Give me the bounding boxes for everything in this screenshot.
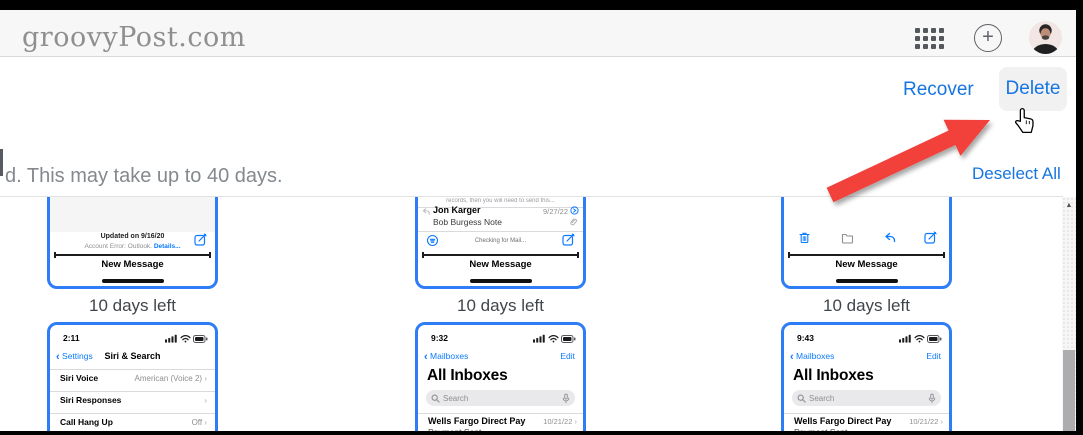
back-button-mailboxes: ‹ Mailboxes xyxy=(790,351,834,363)
delete-button-label: Delete xyxy=(1006,78,1061,100)
home-indicator xyxy=(102,279,164,283)
signal-icon xyxy=(165,334,177,343)
signal-icon xyxy=(899,334,911,343)
scrollbar-thumb[interactable] xyxy=(1063,350,1075,431)
scrollbar[interactable]: ▲ xyxy=(1062,197,1076,431)
wifi-icon xyxy=(914,334,925,343)
new-message-label: New Message xyxy=(418,259,583,270)
add-button[interactable]: + xyxy=(974,24,1002,52)
mail-row-date: 10/21/22 › xyxy=(543,417,577,426)
watermark: groovyPost.com xyxy=(22,22,246,53)
days-left-label: 10 days left xyxy=(781,296,952,316)
recover-button[interactable]: Recover xyxy=(903,79,974,101)
status-icons xyxy=(899,334,942,343)
all-inboxes-title: All Inboxes xyxy=(793,367,873,385)
deselect-all-link[interactable]: Deselect All xyxy=(972,164,1061,184)
app-grid-icon[interactable] xyxy=(915,28,944,49)
new-message-label: New Message xyxy=(784,259,949,270)
mail-row-sender: Wells Fargo Direct Pay xyxy=(794,416,891,426)
clipped-letter-fragment xyxy=(0,149,3,176)
reply-icon xyxy=(884,231,897,244)
new-message-label: New Message xyxy=(50,259,215,270)
status-icons xyxy=(165,334,208,343)
paperclip-icon xyxy=(567,215,580,228)
status-time: 9:32 xyxy=(431,333,448,343)
back-button-mailboxes: ‹ Mailboxes xyxy=(424,351,468,363)
mail-row-date: 10/21/22 › xyxy=(909,417,943,426)
details-link-text: Details... xyxy=(154,243,181,250)
search-placeholder: Search xyxy=(809,394,925,403)
thumb1-account-error: Account Error: Outlook. Details... xyxy=(50,243,215,250)
home-indicator xyxy=(836,279,898,283)
photo-grid-viewport: Updated on 9/16/20 Account Error: Outloo… xyxy=(0,197,1063,431)
thumb2-truncated-text: records, then you will need to send this… xyxy=(418,198,583,204)
photo-thumbnail-1[interactable]: Updated on 9/16/20 Account Error: Outloo… xyxy=(47,197,218,289)
capture-border-top xyxy=(0,0,1083,10)
header: groovyPost.com + xyxy=(0,10,1076,57)
thumb2-date: 9/27/22 xyxy=(543,207,568,216)
compose-icon xyxy=(924,231,937,244)
icloud-recently-deleted-screen: groovyPost.com + Recover Delete d. This … xyxy=(0,0,1083,435)
wifi-icon xyxy=(548,334,559,343)
days-left-label: 10 days left xyxy=(47,296,218,316)
photo-thumbnail-3[interactable]: New Message xyxy=(781,197,952,289)
mail-row-sender: Wells Fargo Direct Pay xyxy=(428,416,525,426)
photo-thumbnail-2[interactable]: records, then you will need to send this… xyxy=(415,197,586,289)
delete-button[interactable]: Delete xyxy=(999,67,1067,111)
settings-row-label: Siri Responses xyxy=(60,395,121,405)
search-placeholder: Search xyxy=(443,394,559,403)
thumb2-checking-status: Checking for Mail... xyxy=(418,238,583,244)
search-icon xyxy=(431,394,440,403)
scrollbar-up-arrow[interactable]: ▲ xyxy=(1062,202,1076,209)
search-icon xyxy=(797,394,806,403)
status-time: 9:43 xyxy=(797,333,814,343)
wifi-icon xyxy=(180,334,191,343)
battery-icon xyxy=(561,335,576,343)
thumb1-gray-area xyxy=(50,197,215,232)
capture-border-right xyxy=(1076,0,1083,435)
photo-thumbnail-6[interactable]: 9:43 ‹ Mailboxes Edit All Inboxes Search… xyxy=(781,322,952,431)
edit-button: Edit xyxy=(560,351,575,361)
settings-row-value: American (Voice 2) › xyxy=(135,374,208,383)
battery-icon xyxy=(927,335,942,343)
search-bar: Search xyxy=(426,390,575,406)
edit-button: Edit xyxy=(926,351,941,361)
settings-row-label: Siri Voice xyxy=(60,373,98,383)
photo-thumbnail-4[interactable]: 2:11 ‹ Settings Siri & Search Siri Voice… xyxy=(47,322,218,431)
settings-row-label: Call Hang Up xyxy=(60,417,113,427)
search-bar: Search xyxy=(792,390,941,406)
home-indicator xyxy=(470,279,532,283)
battery-icon xyxy=(193,335,208,343)
folder-icon xyxy=(841,232,854,244)
settings-row-value: Off › xyxy=(192,418,207,427)
toolbar-rule xyxy=(54,252,211,258)
circle-arrow-icon xyxy=(570,206,579,215)
compose-icon xyxy=(562,233,575,246)
avatar-photo xyxy=(1029,21,1062,54)
settings-title: Siri & Search xyxy=(50,351,215,361)
settings-row-value: › xyxy=(204,396,207,405)
thumb2-sender: Jon Karger xyxy=(433,205,481,215)
compose-icon xyxy=(194,233,207,246)
toolbar-rule xyxy=(788,252,945,258)
status-time: 2:11 xyxy=(63,333,80,343)
mic-icon xyxy=(562,393,570,404)
thumb2-subject: Bob Burgess Note xyxy=(433,217,502,227)
retention-notice: d. This may take up to 40 days. xyxy=(5,165,283,188)
trash-icon xyxy=(798,231,811,244)
all-inboxes-title: All Inboxes xyxy=(427,367,507,385)
capture-border-bottom xyxy=(0,431,1083,435)
days-left-label: 10 days left xyxy=(415,296,586,316)
status-icons xyxy=(533,334,576,343)
avatar[interactable] xyxy=(1029,21,1062,54)
plus-icon: + xyxy=(982,27,994,47)
signal-icon xyxy=(533,334,545,343)
replied-indicator-icon xyxy=(422,207,431,216)
photo-thumbnail-5[interactable]: 9:32 ‹ Mailboxes Edit All Inboxes Search… xyxy=(415,322,586,431)
mic-icon xyxy=(928,393,936,404)
thumb1-updated-text: Updated on 9/16/20 xyxy=(50,233,215,240)
toolbar-rule xyxy=(422,252,579,258)
